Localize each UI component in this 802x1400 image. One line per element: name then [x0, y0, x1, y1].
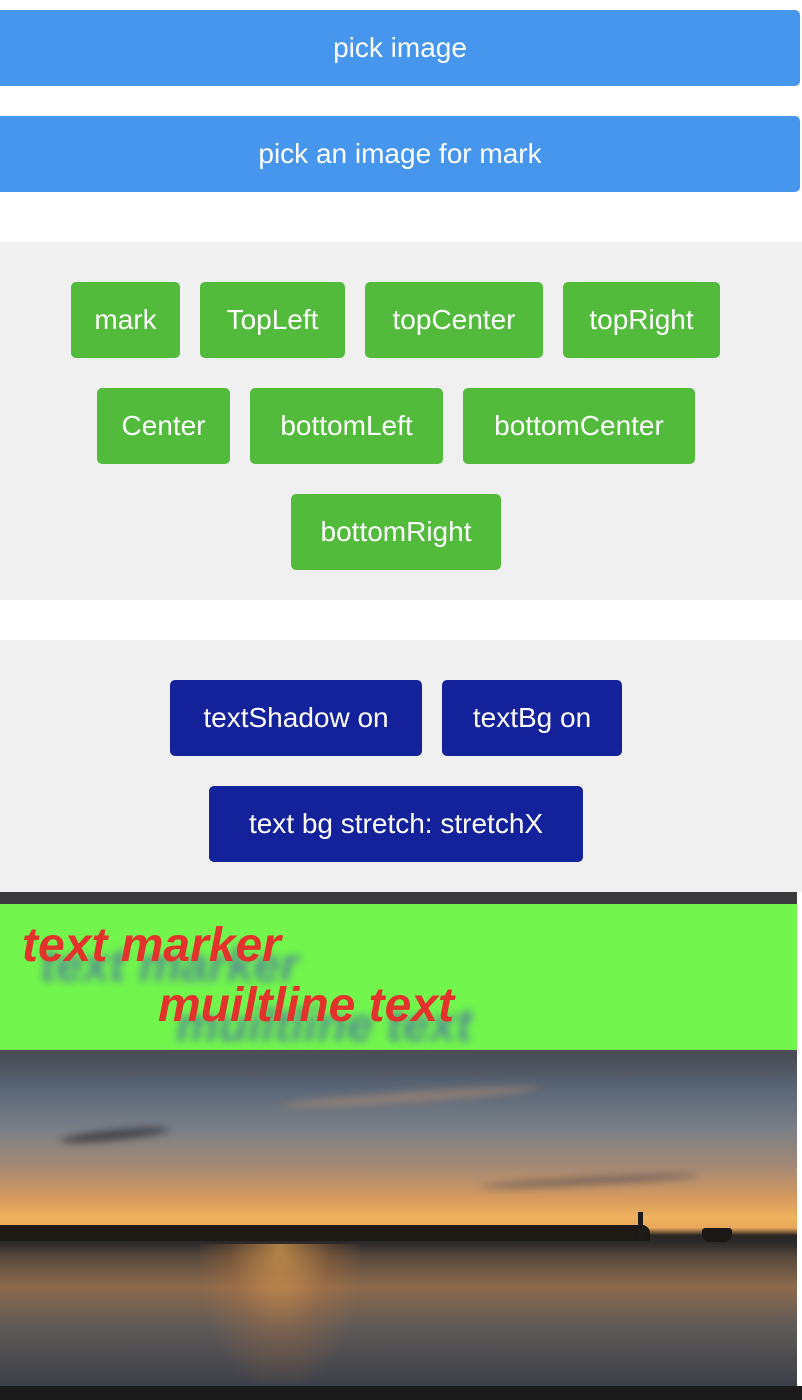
bottom-left-button[interactable]: bottomLeft	[250, 388, 443, 464]
position-buttons-panel: mark TopLeft topCenter topRight Center b…	[0, 242, 802, 600]
marked-image-preview: text marker muiltline text	[0, 892, 797, 1386]
text-bg-stretch-button[interactable]: text bg stretch: stretchX	[209, 786, 583, 862]
bottom-strip	[0, 1386, 802, 1400]
shoreline	[0, 1225, 650, 1241]
mark-button[interactable]: mark	[71, 282, 180, 358]
text-shadow-toggle-button[interactable]: textShadow on	[170, 680, 422, 756]
marker-text-line-2: muiltline text	[158, 979, 455, 1032]
text-style-panel: textShadow on textBg on text bg stretch:…	[0, 640, 802, 892]
top-center-button[interactable]: topCenter	[365, 282, 543, 358]
top-right-button[interactable]: topRight	[563, 282, 720, 358]
pick-image-button[interactable]: pick image	[0, 10, 800, 86]
text-bg-toggle-button[interactable]: textBg on	[442, 680, 622, 756]
center-button[interactable]: Center	[97, 388, 230, 464]
sun-reflection	[200, 1244, 360, 1384]
bottom-center-button[interactable]: bottomCenter	[463, 388, 695, 464]
pick-mark-image-button[interactable]: pick an image for mark	[0, 116, 800, 192]
lighthouse	[638, 1212, 643, 1238]
preview-right-gap	[797, 892, 802, 1386]
page: pick image pick an image for mark mark T…	[0, 0, 802, 1400]
top-left-button[interactable]: TopLeft	[200, 282, 345, 358]
marker-text-line-1: text marker	[22, 919, 281, 972]
boat	[702, 1228, 732, 1242]
bottom-right-button[interactable]: bottomRight	[291, 494, 501, 570]
